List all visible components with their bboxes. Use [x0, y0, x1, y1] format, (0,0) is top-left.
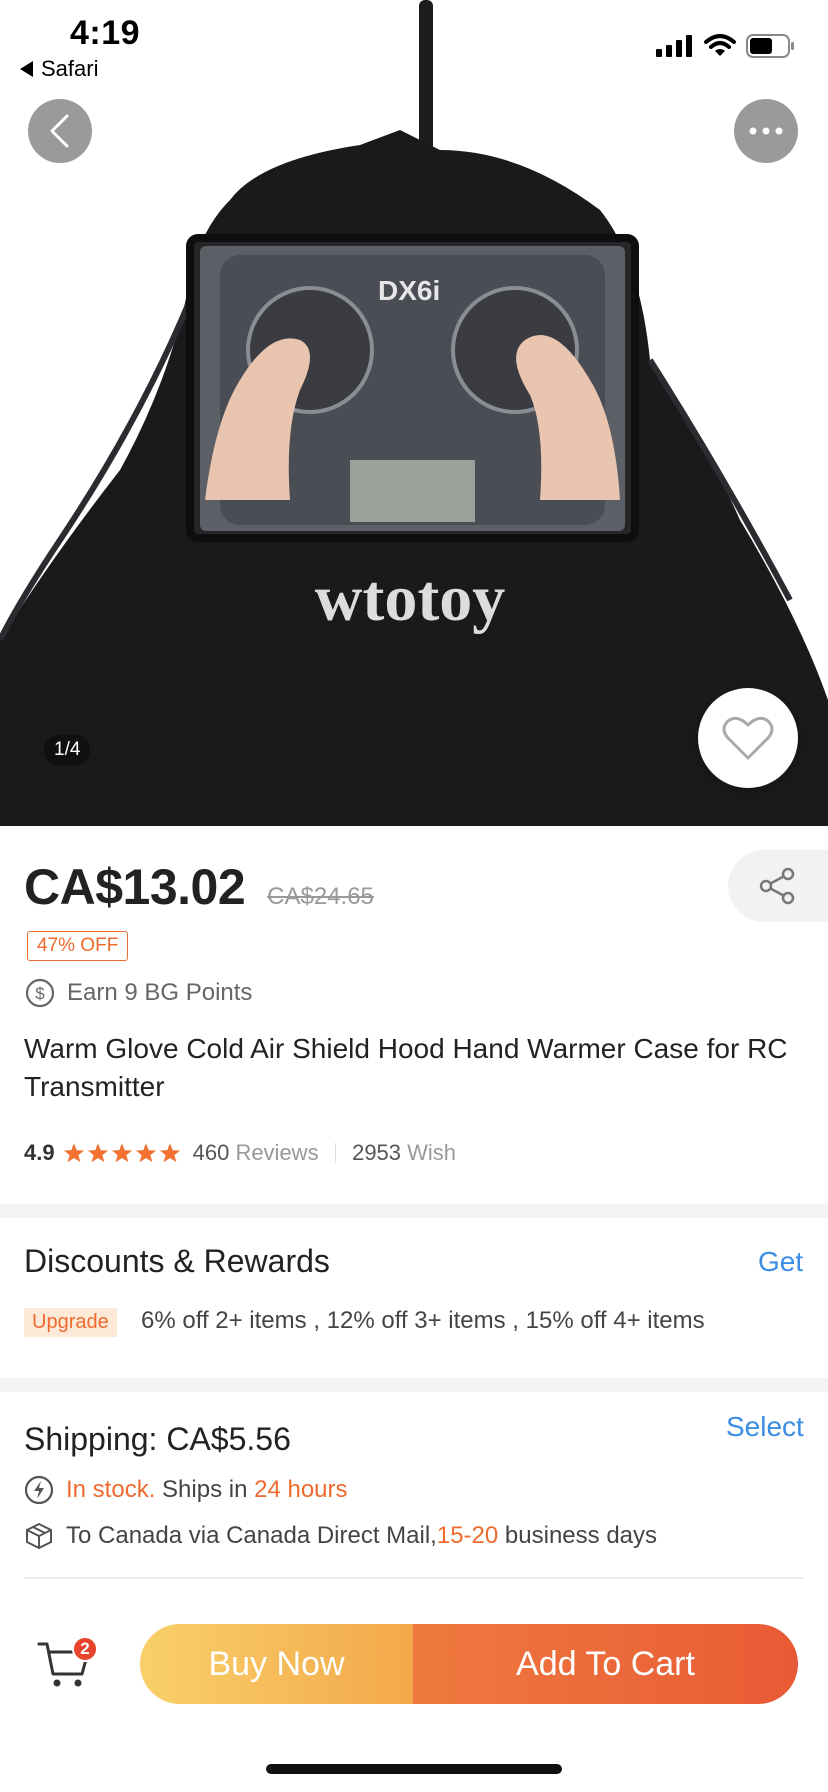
star-icon — [63, 1143, 84, 1163]
purchase-actions: Buy Now Add To Cart — [140, 1624, 798, 1704]
star-rating — [63, 1142, 181, 1164]
wish-label: Wish — [407, 1140, 457, 1165]
stock-row: In stock. Ships in 24 hours — [24, 1475, 348, 1505]
product-title: Warm Glove Cold Air Shield Hood Hand War… — [24, 1033, 788, 1102]
image-counter: 1/4 — [44, 735, 91, 765]
more-options-button[interactable] — [734, 99, 798, 163]
section-separator — [0, 1204, 828, 1218]
get-discount-link[interactable]: Get — [758, 1246, 803, 1278]
share-button[interactable] — [728, 850, 828, 922]
original-price: CA$24.65 — [267, 883, 374, 910]
cart-count-badge: 2 — [72, 1636, 98, 1662]
reviews-link[interactable]: 460 Reviews — [193, 1140, 319, 1166]
heart-icon — [722, 716, 774, 760]
product-image-gallery[interactable]: DX6i wtotoy 4:19 Safari 1/4 — [0, 0, 828, 826]
buy-now-button[interactable]: Buy Now — [140, 1624, 413, 1704]
device-label: DX6i — [378, 275, 440, 306]
rating-score: 4.9 — [24, 1140, 55, 1165]
rating-row[interactable]: 4.9 460 Reviews 2953 Wish — [24, 1140, 456, 1166]
wish-count-group: 2953 Wish — [352, 1140, 456, 1166]
divider — [24, 1577, 804, 1579]
upgrade-badge: Upgrade — [24, 1308, 117, 1337]
back-button[interactable] — [28, 99, 92, 163]
points-row: $ Earn 9 BG Points — [25, 978, 252, 1008]
battery-icon — [746, 34, 794, 58]
status-bar: 4:19 Safari — [0, 0, 828, 90]
wishlist-button[interactable] — [698, 688, 798, 788]
select-shipping-link[interactable]: Select — [726, 1411, 804, 1443]
discount-tiers: 6% off 2+ items , 12% off 3+ items , 15%… — [141, 1307, 705, 1334]
discounts-title: Discounts & Rewards — [24, 1243, 330, 1279]
days-label: business days — [504, 1522, 658, 1549]
dollar-coin-icon: $ — [25, 978, 55, 1008]
back-triangle-icon — [20, 61, 33, 77]
shipping-title: Shipping: CA$5.56 — [24, 1421, 291, 1457]
add-to-cart-button[interactable]: Add To Cart — [413, 1624, 798, 1704]
route-label: To Canada via Canada Direct Mail, — [66, 1522, 437, 1549]
wifi-icon — [704, 34, 736, 56]
ships-in-value: 24 hours — [254, 1476, 348, 1503]
chevron-left-icon — [50, 114, 69, 148]
share-icon — [759, 867, 795, 905]
stock-status: In stock. — [66, 1476, 156, 1503]
product-image: DX6i wtotoy — [0, 0, 828, 826]
package-icon — [26, 1522, 52, 1550]
star-icon — [159, 1143, 180, 1163]
return-app-label: Safari — [41, 56, 99, 81]
return-to-app[interactable]: Safari — [20, 56, 98, 82]
brand-text: wtotoy — [315, 562, 506, 635]
star-icon — [135, 1143, 156, 1163]
status-time: 4:19 — [70, 14, 141, 52]
discount-badge: 47% OFF — [27, 931, 129, 961]
current-price: CA$13.02 — [24, 859, 246, 915]
reviews-label: Reviews — [235, 1140, 319, 1165]
delivery-route-row: To Canada via Canada Direct Mail,15-20 b… — [24, 1521, 657, 1551]
wish-count: 2953 — [352, 1140, 402, 1165]
ships-in-label: Ships in — [162, 1476, 248, 1503]
divider — [334, 1143, 337, 1163]
review-count: 460 — [192, 1140, 230, 1165]
status-icons — [656, 34, 796, 58]
star-icon — [111, 1143, 132, 1163]
more-dots-icon — [749, 127, 783, 135]
price-row: CA$13.02 CA$24.65 — [24, 858, 374, 916]
section-separator — [0, 1378, 828, 1392]
lightning-icon — [24, 1475, 54, 1505]
svg-text:$: $ — [35, 984, 45, 1003]
points-text: Earn 9 BG Points — [67, 979, 253, 1006]
star-icon — [87, 1143, 108, 1163]
delivery-days: 15-20 — [436, 1522, 499, 1549]
signal-icon — [656, 35, 692, 57]
home-indicator[interactable] — [266, 1764, 562, 1774]
